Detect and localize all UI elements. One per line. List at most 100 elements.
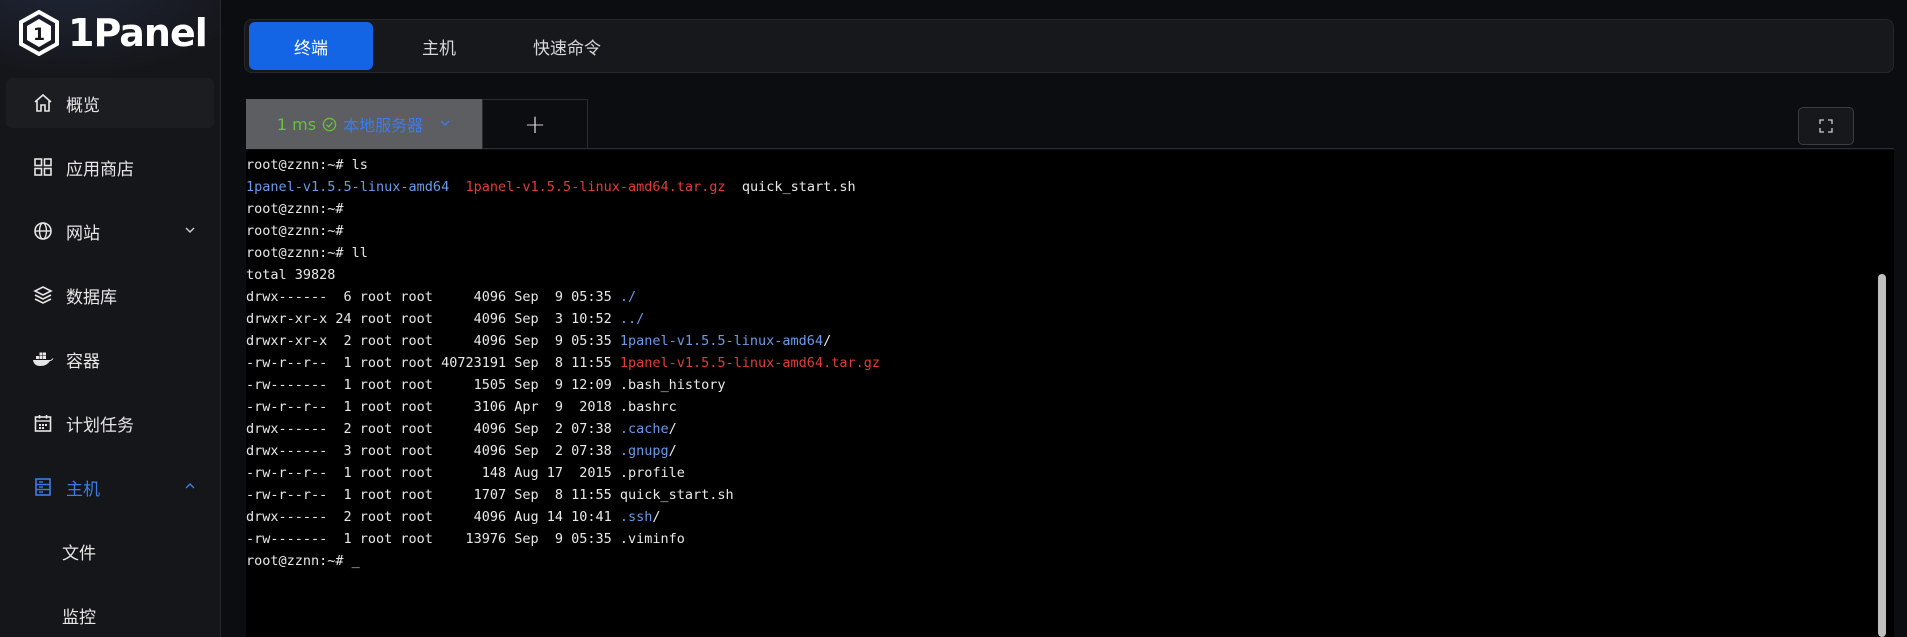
terminal-text: /: [652, 509, 661, 525]
terminal-text: -rw------- 1 root root 13976 Sep 9 05:35…: [246, 531, 685, 547]
terminal-text: /: [668, 443, 677, 459]
grid-icon: [32, 156, 54, 178]
terminal-text: root@zznn:~# ll: [246, 245, 368, 261]
sidebar: 1 1Panel 概览 应用商店 网站 数据库 容器 计划任务 主机 文件 监控: [0, 0, 221, 637]
terminal-text: drwx------ 2 root root 4096 Aug 14 10:41: [246, 509, 620, 525]
terminal-text: drwxr-xr-x 24 root root 4096 Sep 3 10:52: [246, 311, 620, 327]
terminal-line: drwx------ 6 root root 4096 Sep 9 05:35 …: [246, 286, 880, 308]
terminal-line: drwx------ 3 root root 4096 Sep 2 07:38 …: [246, 440, 880, 462]
terminal-line: root@zznn:~# _: [246, 550, 880, 572]
terminal-text: drwx------ 6 root root 4096 Sep 9 05:35: [246, 289, 620, 305]
server-name: 本地服务器: [343, 116, 424, 135]
terminal-line: -rw-r--r-- 1 root root 1707 Sep 8 11:55 …: [246, 484, 880, 506]
terminal-text: root@zznn:~# _: [246, 553, 360, 569]
app-name: 1Panel: [68, 11, 208, 55]
terminal-text: drwx------ 2 root root 4096 Sep 2 07:38: [246, 421, 620, 437]
plus-icon: +: [524, 109, 546, 140]
terminal-line: root@zznn:~#: [246, 198, 880, 220]
sidebar-item-host[interactable]: 主机: [6, 462, 214, 512]
sidebar-item-label: 数据库: [66, 287, 117, 308]
svg-text:1: 1: [33, 25, 45, 45]
terminal-text: root@zznn:~# ls: [246, 157, 368, 173]
fullscreen-button[interactable]: [1798, 107, 1854, 145]
terminal-dir-text: ../: [619, 311, 645, 327]
sidebar-item-cron[interactable]: 计划任务: [6, 398, 214, 448]
terminal-output[interactable]: root@zznn:~# ls 1panel-v1.5.5-linux-amd64…: [246, 150, 1894, 637]
terminal-text: -rw------- 1 root root 1505 Sep 9 12:09 …: [246, 377, 726, 393]
sidebar-item-label: 概览: [66, 95, 100, 116]
terminal-text: quick_start.sh: [725, 179, 856, 195]
globe-icon: [32, 220, 54, 242]
sidebar-item-label: 计划任务: [66, 415, 134, 436]
terminal-scrollbar[interactable]: [1878, 274, 1886, 637]
sidebar-item-website[interactable]: 网站: [6, 206, 214, 256]
sidebar-subitem-files[interactable]: 文件: [6, 526, 214, 576]
terminal-line: drwx------ 2 root root 4096 Aug 14 10:41…: [246, 506, 880, 528]
app-logo[interactable]: 1 1Panel: [18, 10, 208, 56]
calendar-icon: [32, 412, 54, 434]
top-tab-bar: 终端 主机 快速命令: [244, 19, 1894, 73]
sidebar-item-database[interactable]: 数据库: [6, 270, 214, 320]
tab-terminal[interactable]: 终端: [249, 22, 373, 70]
sidebar-subitem-monitor[interactable]: 监控: [6, 590, 214, 637]
home-icon: [32, 92, 54, 114]
terminal-dir-text: 1panel-v1.5.5-linux-amd64: [619, 333, 824, 349]
terminal-dir-text: .cache: [619, 421, 669, 437]
sidebar-subitem-label: 文件: [62, 543, 96, 564]
terminal-text: drwxr-xr-x 2 root root 4096 Sep 9 05:35: [246, 333, 620, 349]
latency-label: 1 ms: [276, 114, 317, 134]
fullscreen-icon: [1819, 119, 1833, 133]
terminal-line: -rw-r--r-- 1 root root 3106 Apr 9 2018 .…: [246, 396, 880, 418]
terminal-dir-text: ./: [619, 289, 637, 305]
terminal-line: root@zznn:~# ll: [246, 242, 880, 264]
terminal-dir-text: 1panel-v1.5.5-linux-amd64: [246, 179, 450, 195]
terminal-archive-text: 1panel-v1.5.5-linux-amd64.tar.gz: [465, 179, 726, 195]
layers-icon: [32, 284, 54, 306]
terminal-text: -rw-r--r-- 1 root root 3106 Apr 9 2018 .…: [246, 399, 677, 415]
sidebar-item-label: 应用商店: [66, 159, 134, 180]
terminal-line: -rw-r--r-- 1 root root 40723191 Sep 8 11…: [246, 352, 880, 374]
session-tab-bar: 1 ms 本地服务器 +: [246, 99, 1894, 149]
terminal-line: drwxr-xr-x 24 root root 4096 Sep 3 10:52…: [246, 308, 880, 330]
terminal-line: -rw------- 1 root root 1505 Sep 9 12:09 …: [246, 374, 880, 396]
terminal-dir-text: .gnupg: [619, 443, 669, 459]
tab-host[interactable]: 主机: [377, 22, 501, 70]
terminal-line: -rw------- 1 root root 13976 Sep 9 05:35…: [246, 528, 880, 550]
terminal-archive-text: 1panel-v1.5.5-linux-amd64.tar.gz: [619, 355, 880, 371]
terminal-line: drwx------ 2 root root 4096 Sep 2 07:38 …: [246, 418, 880, 440]
logo-hexagon-icon: 1: [19, 10, 59, 56]
tab-quick-command[interactable]: 快速命令: [505, 22, 629, 70]
sidebar-subitem-label: 监控: [62, 607, 96, 628]
check-circle-icon: [322, 115, 337, 134]
add-session-button[interactable]: +: [482, 99, 588, 149]
terminal-line: drwxr-xr-x 2 root root 4096 Sep 9 05:35 …: [246, 330, 880, 352]
terminal-line: 1panel-v1.5.5-linux-amd64 1panel-v1.5.5-…: [246, 176, 880, 198]
chevron-down-icon[interactable]: [439, 117, 451, 132]
chevron-down-icon: [185, 227, 195, 233]
session-tab-local-server[interactable]: 1 ms 本地服务器: [246, 99, 482, 149]
terminal-lines: root@zznn:~# ls 1panel-v1.5.5-linux-amd64…: [246, 154, 880, 572]
sidebar-item-label: 主机: [66, 479, 100, 500]
sidebar-item-label: 网站: [66, 223, 100, 244]
terminal-text: -rw-r--r-- 1 root root 1707 Sep 8 11:55 …: [246, 487, 734, 503]
chevron-up-icon: [185, 483, 195, 489]
server-icon: [32, 476, 54, 498]
sidebar-item-app-store[interactable]: 应用商店: [6, 142, 214, 192]
terminal-line: root@zznn:~#: [246, 220, 880, 242]
terminal-text: root@zznn:~#: [246, 223, 344, 239]
terminal-line: -rw-r--r-- 1 root root 148 Aug 17 2015 .…: [246, 462, 880, 484]
terminal-line: root@zznn:~# ls: [246, 154, 880, 176]
terminal-text: /: [823, 333, 832, 349]
sidebar-item-container[interactable]: 容器: [6, 334, 214, 384]
terminal-text: root@zznn:~#: [246, 201, 344, 217]
terminal-text: drwx------ 3 root root 4096 Sep 2 07:38: [246, 443, 620, 459]
sidebar-item-label: 容器: [66, 351, 100, 372]
docker-icon: [32, 348, 54, 370]
terminal-dir-text: .ssh: [619, 509, 653, 525]
terminal-text: -rw-r--r-- 1 root root 148 Aug 17 2015 .…: [246, 465, 685, 481]
terminal-text: total 39828: [246, 267, 336, 283]
terminal-text: -rw-r--r-- 1 root root 40723191 Sep 8 11…: [246, 355, 620, 371]
sidebar-nav: 概览 应用商店 网站 数据库 容器 计划任务 主机 文件 监控: [6, 78, 214, 637]
sidebar-item-overview[interactable]: 概览: [6, 78, 214, 128]
